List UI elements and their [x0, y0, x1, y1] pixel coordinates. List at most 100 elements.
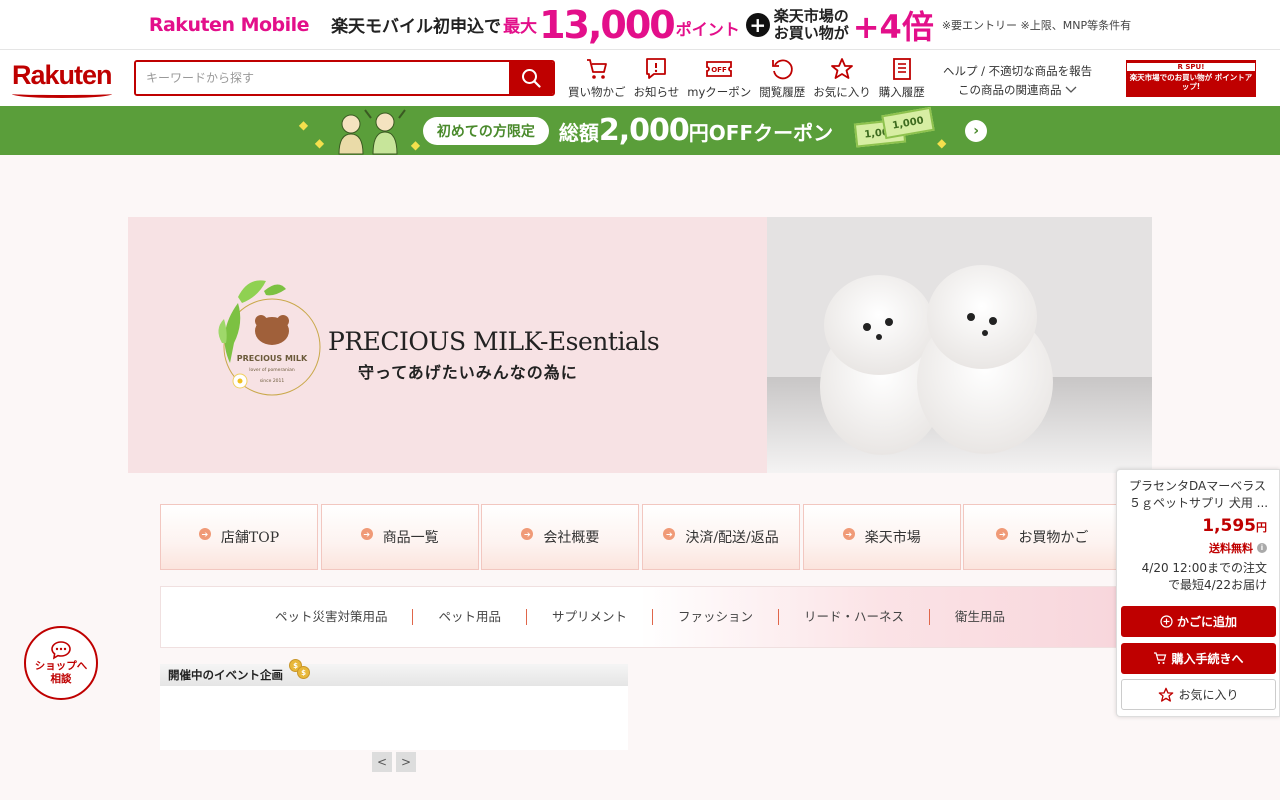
search-bar — [134, 60, 555, 96]
tab-label: 会社概要 — [543, 530, 600, 546]
first-time-coupon-banner[interactable]: ◆ ◆ ◆ 初めての方限定 総額2,000円OFFクーポン 1,000 1,00… — [0, 106, 1280, 155]
price-unit: 円 — [1256, 521, 1267, 534]
prev-button[interactable]: < — [372, 752, 392, 772]
nav-notifications[interactable]: お知らせ — [633, 56, 680, 100]
category-bar: ペット災害対策用品 ペット用品 サプリメント ファッション リード・ハーネス 衛… — [160, 586, 1120, 648]
category-link[interactable]: ペット災害対策用品 — [250, 609, 414, 625]
category-link[interactable]: サプリメント — [527, 609, 653, 625]
event-heading-text: 開催中のイベント企画 — [168, 668, 283, 682]
nav-label: 閲覧履歴 — [759, 85, 806, 99]
arrow-right-icon: ➔ — [996, 528, 1009, 540]
next-button[interactable]: > — [396, 752, 416, 772]
logo-swoosh — [12, 90, 112, 98]
arrow-right-icon: ➔ — [663, 528, 676, 540]
chevron-down-icon — [1065, 86, 1077, 93]
promo-ichiba-line1: 楽天市場の — [773, 7, 849, 25]
emblem-name: PRECIOUS MILK — [237, 354, 308, 363]
help-links: ヘルプ / 不適切な商品を報告 この商品の関連商品 — [943, 62, 1092, 100]
shop-header-banner: PRECIOUS MILK lover of pomeranian since … — [128, 217, 1152, 473]
cart-icon — [586, 59, 607, 79]
tab-rakuten-ichiba[interactable]: ➔ 楽天市場 — [802, 504, 961, 570]
event-heading: 開催中のイベント企画 $ $ — [160, 659, 628, 686]
coupon-text: 総額2,000円OFFクーポン — [559, 113, 833, 148]
plus-circle-icon — [1160, 615, 1173, 628]
bill-1000: 1,000 — [881, 106, 935, 140]
help-report-link[interactable]: ヘルプ / 不適切な商品を報告 — [943, 62, 1092, 81]
add-to-cart-button[interactable]: かごに追加 — [1121, 606, 1276, 637]
free-shipping-label: 送料無料 — [1209, 542, 1253, 555]
tab-company[interactable]: ➔ 会社概要 — [481, 504, 640, 570]
nav-purchase-history[interactable]: 購入履歴 — [879, 56, 925, 100]
info-icon[interactable]: i — [1257, 543, 1267, 553]
star-icon — [1159, 687, 1174, 702]
promo-points-unit: ポイント — [675, 20, 740, 39]
shop-tagline: 守ってあげたいみんなの為に — [358, 363, 578, 382]
tab-label: 決済/配送/返品 — [685, 530, 779, 546]
nav-history[interactable]: 閲覧履歴 — [759, 56, 805, 100]
rakuten-logo[interactable]: Rakuten — [12, 60, 113, 98]
rakuten-mobile-logo: Rakuten Mobile — [148, 13, 310, 36]
checkout-button[interactable]: 購入手続きへ — [1121, 643, 1276, 674]
coupon-prefix: 総額 — [558, 121, 599, 145]
promo-points: 13,000 — [539, 2, 676, 47]
search-input[interactable] — [136, 62, 509, 94]
sparkle-icon: ◆ — [298, 118, 309, 132]
receipt-icon — [892, 58, 911, 80]
category-link[interactable]: 衛生用品 — [930, 609, 1030, 625]
nav-label: myクーポン — [687, 85, 752, 99]
add-to-cart-label: かごに追加 — [1176, 615, 1237, 629]
product-price: 1,595円 — [1202, 516, 1267, 536]
site-header: Rakuten 買い物かご お知らせ OFF myクーポン 閲覧履歴 お気に入り — [0, 50, 1280, 106]
category-link[interactable]: ファッション — [653, 609, 780, 625]
shop-title: PRECIOUS MILK-Esentials — [328, 327, 660, 356]
nav-label: お知らせ — [633, 85, 680, 99]
nav-label: 購入履歴 — [878, 85, 925, 99]
people-illustration-icon — [338, 109, 406, 155]
related-products-link[interactable]: この商品の関連商品 — [943, 81, 1092, 100]
emblem-since: since 2011 — [260, 378, 285, 384]
spu-banner[interactable]: R SPU! 楽天市場でのお買い物が ポイントアップ! — [1126, 60, 1256, 97]
arrow-right-icon: ➔ — [360, 528, 373, 540]
category-link[interactable]: リード・ハーネス — [779, 609, 931, 625]
category-link[interactable]: ペット用品 — [413, 609, 527, 625]
tab-cart[interactable]: ➔ お買物かご — [963, 504, 1122, 570]
chat-label-line2: 相談 — [50, 673, 72, 685]
promo-note: ※要エントリー ※上限、MNP等条件有 — [941, 18, 1132, 32]
mobile-promo-banner[interactable]: Rakuten Mobile 楽天モバイル初申込で 最大 13,000 ポイント… — [0, 0, 1280, 50]
delivery-line2: で最短4/22お届け — [1168, 578, 1267, 592]
related-products-label: この商品の関連商品 — [958, 83, 1062, 97]
arrow-right-icon: ➔ — [521, 528, 534, 540]
favorite-button[interactable]: お気に入り — [1121, 679, 1276, 710]
plus-icon: + — [745, 12, 770, 37]
chevron-right-icon[interactable]: › — [965, 119, 988, 142]
rakuten-logo-text: Rakuten — [12, 60, 113, 90]
search-button[interactable] — [509, 62, 553, 94]
floating-product-widget: プラセンタDAマーベラス５ｇペットサプリ 犬用 ... 1,595円 送料無料 i… — [1116, 469, 1280, 717]
nav-favorites[interactable]: お気に入り — [813, 56, 871, 100]
promo-ichiba-line2: お買い物が — [773, 23, 849, 42]
svg-text:OFF: OFF — [712, 66, 728, 74]
tab-product-list[interactable]: ➔ 商品一覧 — [320, 504, 479, 570]
promo-ichiba-text: 楽天市場の お買い物が — [774, 8, 849, 41]
nav-cart[interactable]: 買い物かご — [568, 56, 626, 100]
checkout-label: 購入手続きへ — [1171, 652, 1244, 666]
favorite-label: お気に入り — [1178, 688, 1239, 702]
nav-my-coupon[interactable]: OFF myクーポン — [687, 56, 751, 100]
notification-icon — [646, 58, 667, 79]
shop-nav: ➔ 店舗TOP ➔ 商品一覧 ➔ 会社概要 ➔ 決済/配送/返品 ➔ 楽天市場 ➔ お買物か… — [160, 504, 1122, 570]
shop-chat-button[interactable]: ショップへ 相談 — [24, 626, 98, 700]
shipping-info: 送料無料 i — [1209, 540, 1267, 556]
product-name[interactable]: プラセンタDAマーベラス５ｇペットサプリ 犬用 ... — [1129, 478, 1275, 512]
tab-label: 商品一覧 — [382, 530, 439, 546]
tab-payment-shipping[interactable]: ➔ 決済/配送/返品 — [642, 504, 801, 570]
chat-icon — [51, 641, 71, 660]
event-pager: < > — [372, 752, 420, 772]
shop-emblem-logo: PRECIOUS MILK lover of pomeranian since … — [218, 280, 321, 396]
pomeranian-photo — [767, 217, 1152, 473]
price-value: 1,595 — [1202, 516, 1256, 536]
promo-multiplier: +4倍 — [852, 7, 934, 46]
coupon-bills-illustration: 1,000 1,000 ◆ — [845, 106, 946, 155]
cart-icon — [1154, 652, 1167, 664]
promo-max-label: 最大 — [503, 17, 538, 37]
tab-shop-top[interactable]: ➔ 店舗TOP — [160, 504, 318, 570]
